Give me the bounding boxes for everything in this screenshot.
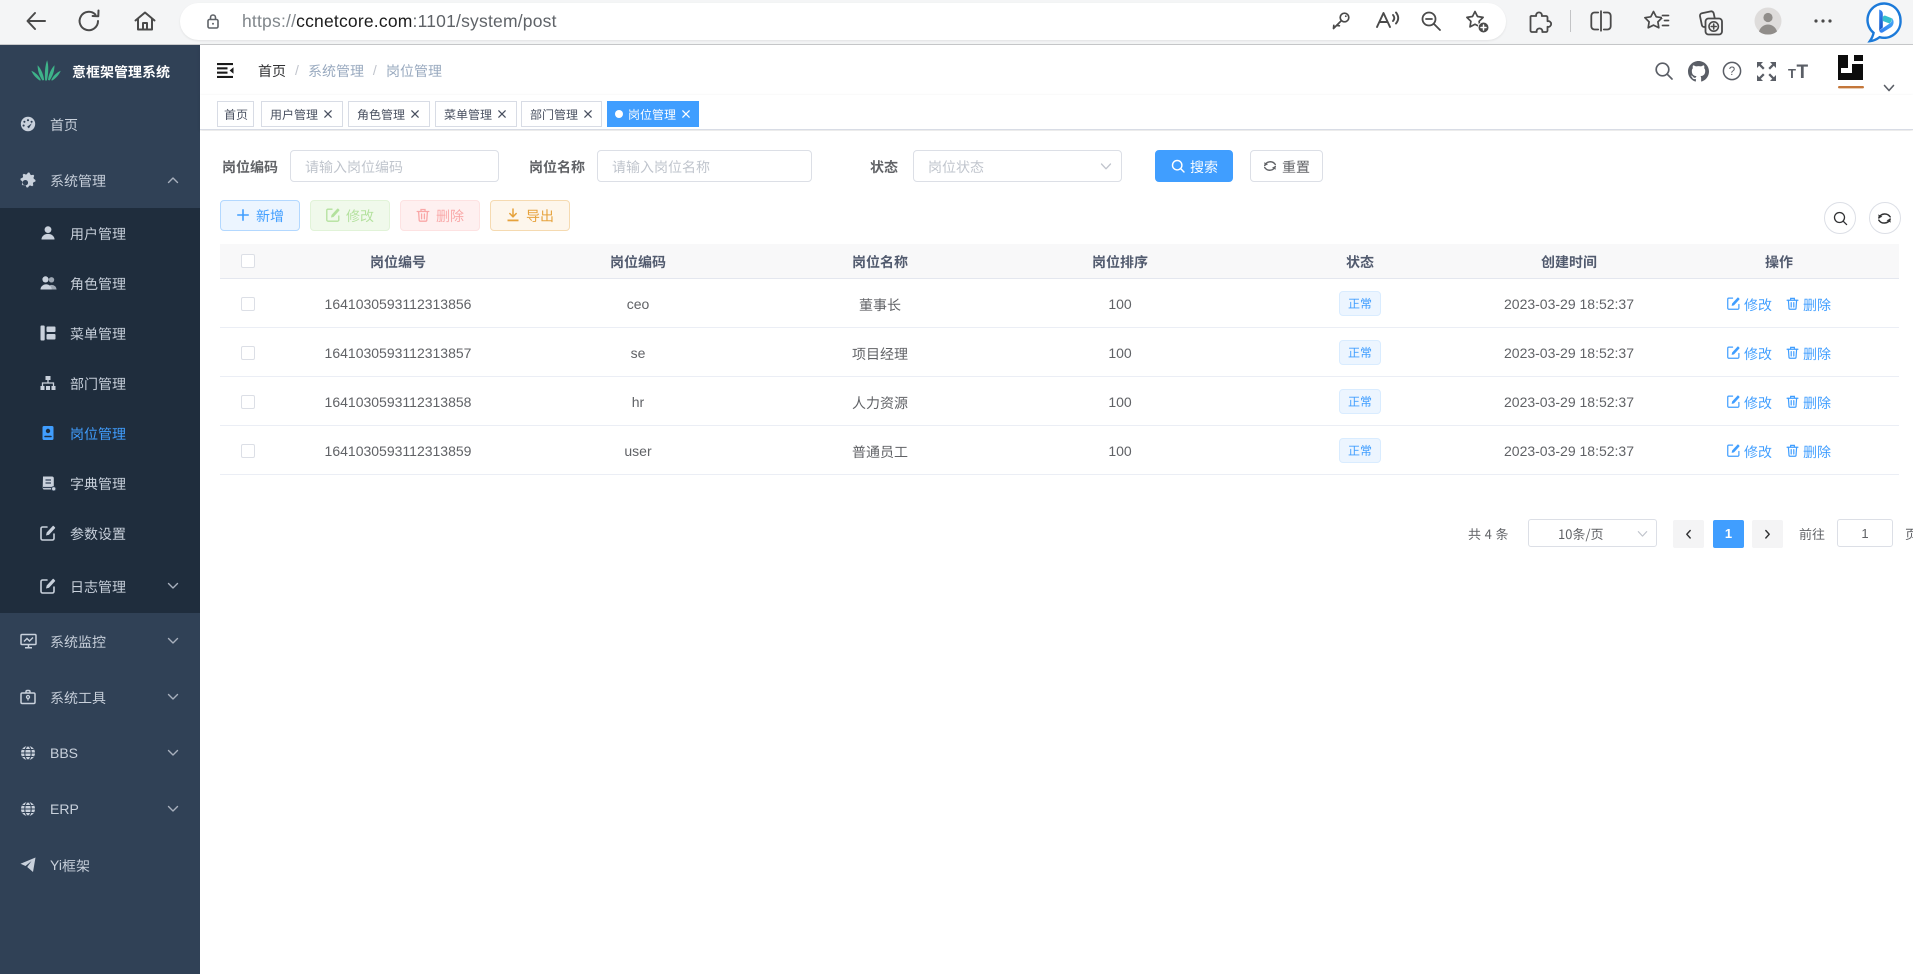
svg-text:T: T [1797,62,1809,81]
svg-text:T: T [1788,66,1796,81]
svg-text:?: ? [1729,66,1735,78]
